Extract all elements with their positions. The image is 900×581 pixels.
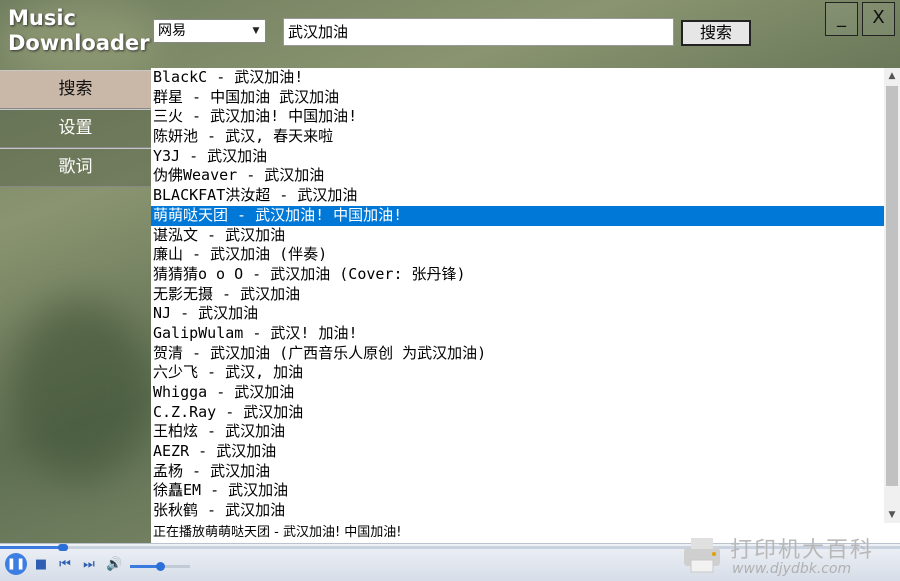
list-item[interactable]: 廉山 - 武汉加油 (伴奏) [151, 245, 884, 265]
list-item[interactable]: 猜猜猜o o O - 武汉加油 (Cover: 张丹锋) [151, 265, 884, 285]
sidebar-item-settings[interactable]: 设置 [0, 109, 151, 148]
scroll-thumb[interactable] [886, 86, 898, 486]
list-item[interactable]: 伪佛Weaver - 武汉加油 [151, 166, 884, 186]
printer-logo-icon [684, 538, 720, 573]
scroll-up-icon[interactable]: ▲ [884, 68, 900, 84]
previous-icon[interactable]: ⏮ [58, 557, 72, 573]
source-select-value: 网易 [158, 23, 186, 39]
watermark: 打印机大百科 www.djydbk.com [680, 528, 900, 580]
next-icon[interactable]: ⏭ [82, 557, 96, 573]
results-list: BlackC - 武汉加油! 群星 - 中国加油 武汉加油 三火 - 武汉加油! 中… [151, 68, 884, 521]
list-item[interactable]: 谌泓文 - 武汉加油 [151, 226, 884, 246]
search-input[interactable]: 武汉加油 [283, 18, 674, 46]
background-blot [10, 300, 150, 480]
seek-fill [0, 546, 63, 549]
volume-icon[interactable]: 🔊 [106, 557, 122, 573]
results-panel: BlackC - 武汉加油! 群星 - 中国加油 武汉加油 三火 - 武汉加油! 中… [151, 68, 900, 523]
list-item[interactable]: 群星 - 中国加油 武汉加油 [151, 88, 884, 108]
list-item[interactable]: C.Z.Ray - 武汉加油 [151, 403, 884, 423]
list-item[interactable]: 陈妍池 - 武汉, 春天来啦 [151, 127, 884, 147]
list-item[interactable]: Whigga - 武汉加油 [151, 383, 884, 403]
sidebar: 搜索 设置 歌词 [0, 70, 151, 187]
list-item[interactable]: NJ - 武汉加油 [151, 304, 884, 324]
logo-line1: Music [8, 6, 76, 30]
volume-slider[interactable] [130, 562, 190, 571]
list-item[interactable]: BlackC - 武汉加油! [151, 68, 884, 88]
pause-icon[interactable]: ❚❚ [5, 553, 27, 575]
chevron-down-icon: ▼ [252, 26, 260, 36]
scroll-down-icon[interactable]: ▼ [884, 507, 900, 523]
sidebar-item-search[interactable]: 搜索 [0, 70, 151, 109]
list-item[interactable]: 王柏炫 - 武汉加油 [151, 422, 884, 442]
vertical-scrollbar[interactable]: ▲ ▼ [884, 68, 900, 523]
list-item[interactable]: 孟杨 - 武汉加油 [151, 462, 884, 482]
list-item[interactable]: Y3J - 武汉加油 [151, 147, 884, 167]
list-item[interactable]: 徐矗EM - 武汉加油 [151, 481, 884, 501]
search-button[interactable]: 搜索 [681, 20, 751, 46]
list-item[interactable]: GalipWulam - 武汉! 加油! [151, 324, 884, 344]
list-item[interactable]: BLACKFAT洪汝超 - 武汉加油 [151, 186, 884, 206]
list-item[interactable]: AEZR - 武汉加油 [151, 442, 884, 462]
list-item[interactable]: 张秋鹤 - 武汉加油 [151, 501, 884, 521]
list-item[interactable]: 六少飞 - 武汉, 加油 [151, 363, 884, 383]
close-button[interactable]: X [862, 2, 895, 36]
list-item[interactable]: 无影无摄 - 武汉加油 [151, 285, 884, 305]
list-item[interactable]: 萌萌哒天团 - 武汉加油! 中国加油! [151, 205, 884, 226]
seek-handle[interactable] [58, 544, 68, 551]
minimize-button[interactable]: _ [825, 2, 858, 36]
source-select[interactable]: 网易 ▼ [153, 19, 266, 43]
logo-line2: Downloader [8, 31, 150, 55]
list-item[interactable]: 贺清 - 武汉加油 (广西音乐人原创 为武汉加油) [151, 344, 884, 364]
sidebar-item-lyrics[interactable]: 歌词 [0, 148, 151, 187]
watermark-url: www.djydbk.com [732, 561, 852, 577]
volume-handle[interactable] [156, 562, 165, 571]
app-logo: Music Downloader [8, 6, 150, 56]
watermark-title: 打印机大百科 [730, 538, 875, 563]
list-item[interactable]: 三火 - 武汉加油! 中国加油! [151, 107, 884, 127]
stop-icon[interactable]: ■ [34, 557, 48, 573]
